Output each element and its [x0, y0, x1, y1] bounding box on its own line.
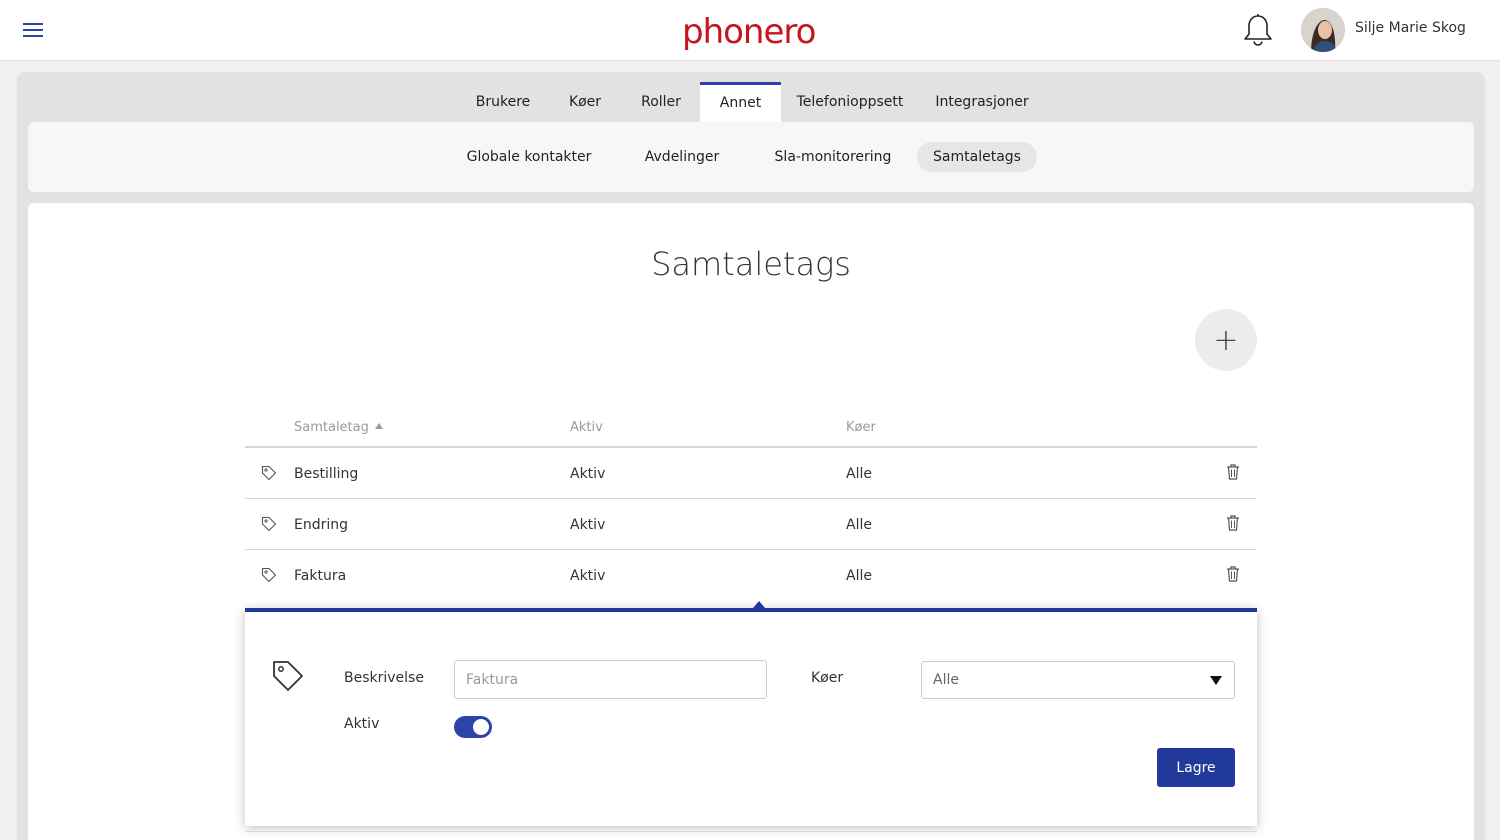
tag-icon [261, 516, 277, 532]
queues-select[interactable]: Alle [921, 661, 1235, 699]
table-row[interactable]: Faktura Aktiv Alle [245, 550, 1257, 601]
tab-brukere[interactable]: Brukere [464, 82, 542, 122]
table-header: Samtaletag Aktiv Køer [245, 418, 1257, 448]
queues-select-value: Alle [933, 672, 959, 688]
menu-icon[interactable] [23, 23, 43, 37]
tags-table: Samtaletag Aktiv Køer Bestilling Aktiv A… [245, 418, 1257, 601]
column-label: Samtaletag [294, 420, 369, 435]
tab-telefonioppsett[interactable]: Telefonioppsett [792, 82, 908, 122]
description-input[interactable] [454, 660, 767, 699]
tag-name: Faktura [294, 568, 347, 584]
toggle-knob [473, 719, 489, 735]
content-card: Samtaletags + Samtaletag Aktiv Køer Best… [28, 203, 1474, 840]
tab-roller[interactable]: Roller [627, 82, 695, 122]
subtab-avdelinger[interactable]: Avdelinger [634, 142, 730, 172]
tab-koer[interactable]: Køer [557, 82, 613, 122]
page-title: Samtaletags [651, 245, 851, 283]
save-button[interactable]: Lagre [1157, 748, 1235, 787]
table-row[interactable]: Bestilling Aktiv Alle [245, 448, 1257, 499]
top-bar: phonero Silje Marie Skog [0, 0, 1500, 61]
tag-queues: Alle [846, 466, 872, 482]
tag-status: Aktiv [570, 466, 606, 482]
sort-ascending-icon [374, 423, 383, 429]
sub-navigation: Globale kontakter Avdelinger Sla-monitor… [28, 122, 1474, 192]
avatar[interactable] [1301, 8, 1345, 52]
add-tag-button[interactable]: + [1195, 309, 1257, 371]
edit-tag-panel: Beskrivelse Køer Alle Aktiv Lagre [245, 601, 1257, 826]
column-header-aktiv[interactable]: Aktiv [570, 420, 603, 435]
panel-caret [753, 601, 765, 608]
tag-name: Endring [294, 517, 349, 533]
main-tabs: Brukere Køer Roller Annet Telefonioppset… [17, 82, 1485, 122]
tag-queues: Alle [846, 517, 872, 533]
active-toggle[interactable] [454, 716, 492, 738]
subtab-sla-monitorering[interactable]: Sla-monitorering [766, 142, 900, 172]
subtab-samtaletags[interactable]: Samtaletags [917, 142, 1037, 172]
tag-icon [261, 567, 277, 583]
tag-icon [261, 465, 277, 481]
user-name[interactable]: Silje Marie Skog [1355, 20, 1466, 36]
queues-label: Køer [811, 670, 844, 686]
tab-annet[interactable]: Annet [700, 82, 781, 122]
column-header-samtaletag[interactable]: Samtaletag [294, 420, 383, 435]
tag-status: Aktiv [570, 568, 606, 584]
trash-icon[interactable] [1226, 464, 1240, 480]
tag-queues: Alle [846, 568, 872, 584]
tag-status: Aktiv [570, 517, 606, 533]
dropdown-arrow-icon [1210, 676, 1222, 685]
phonero-logo[interactable]: phonero [682, 12, 816, 52]
subtab-globale-kontakter[interactable]: Globale kontakter [459, 142, 599, 172]
bell-icon[interactable] [1242, 13, 1274, 47]
tag-name: Bestilling [294, 466, 359, 482]
table-bottom-divider [245, 831, 1257, 832]
main-shell: Brukere Køer Roller Annet Telefonioppset… [17, 72, 1485, 840]
trash-icon[interactable] [1226, 515, 1240, 531]
description-label: Beskrivelse [344, 670, 424, 686]
active-label: Aktiv [344, 716, 380, 732]
tag-icon [273, 661, 303, 691]
column-header-koer[interactable]: Køer [846, 420, 876, 435]
trash-icon[interactable] [1226, 566, 1240, 582]
tab-integrasjoner[interactable]: Integrasjoner [927, 82, 1037, 122]
table-row[interactable]: Endring Aktiv Alle [245, 499, 1257, 550]
